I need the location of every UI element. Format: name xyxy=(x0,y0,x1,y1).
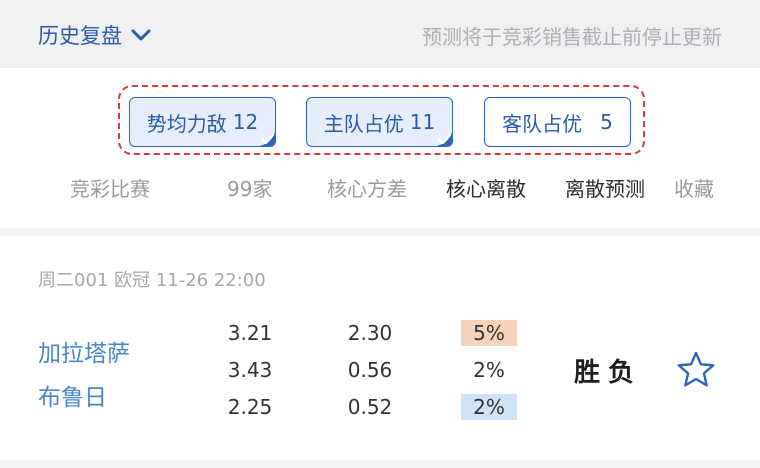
variance-value: 0.52 xyxy=(347,395,393,419)
filter-chip-even[interactable]: 势均力敌 12 xyxy=(129,97,276,147)
chevron-down-icon xyxy=(131,29,151,41)
filter-chip-label: 势均力敌 xyxy=(146,111,227,136)
column-header-dispersion-prediction: 离散预测 xyxy=(565,177,645,201)
match-card[interactable]: 周二001 欧冠 11-26 22:00 加拉塔萨 布鲁日 3.21 3.43 … xyxy=(0,236,760,460)
prediction-result: 胜负 xyxy=(574,358,643,388)
filter-chip-home-favored[interactable]: 主队占优 11 xyxy=(306,97,453,147)
star-outline-icon[interactable] xyxy=(676,350,716,390)
column-header-99-bookmakers: 99家 xyxy=(227,177,273,201)
home-team[interactable]: 加拉塔萨 xyxy=(38,334,130,368)
filter-chip-count: 5 xyxy=(600,110,613,134)
dispersion-value-highlight: 2% xyxy=(461,394,517,420)
away-team[interactable]: 布鲁日 xyxy=(38,378,107,412)
column-header-core-variance: 核心方差 xyxy=(327,177,407,201)
filter-chip-label: 主队占优 xyxy=(323,111,404,136)
filter-chip-away-favored[interactable]: 客队占优 5 xyxy=(484,97,631,147)
filter-panel: 势均力敌 12 主队占优 11 客队占优 5 竞彩比赛 99家 核心方差 核心离… xyxy=(0,68,760,228)
top-bar: 历史复盘 预测将于竞彩销售截止前停止更新 xyxy=(0,0,760,68)
column-header-match: 竞彩比赛 xyxy=(70,177,150,201)
checkmark-icon xyxy=(436,131,452,146)
odds-value: 3.21 xyxy=(227,321,273,345)
column-header-favorite: 收藏 xyxy=(674,177,714,201)
variance-value: 0.56 xyxy=(347,358,393,382)
odds-value: 3.43 xyxy=(227,358,273,382)
odds-value: 2.25 xyxy=(227,395,273,419)
dispersion-value: 2% xyxy=(473,358,505,382)
match-meta: 周二001 欧冠 11-26 22:00 xyxy=(38,270,266,291)
update-notice: 预测将于竞彩销售截止前停止更新 xyxy=(422,25,722,49)
variance-value: 2.30 xyxy=(347,321,393,345)
filter-chip-label: 客队占优 xyxy=(502,111,583,136)
history-review-dropdown[interactable]: 历史复盘 xyxy=(38,20,152,50)
column-header-core-dispersion: 核心离散 xyxy=(446,177,526,201)
checkmark-icon xyxy=(259,131,275,146)
history-review-label: 历史复盘 xyxy=(38,24,122,48)
dispersion-value-highlight: 5% xyxy=(461,320,517,346)
